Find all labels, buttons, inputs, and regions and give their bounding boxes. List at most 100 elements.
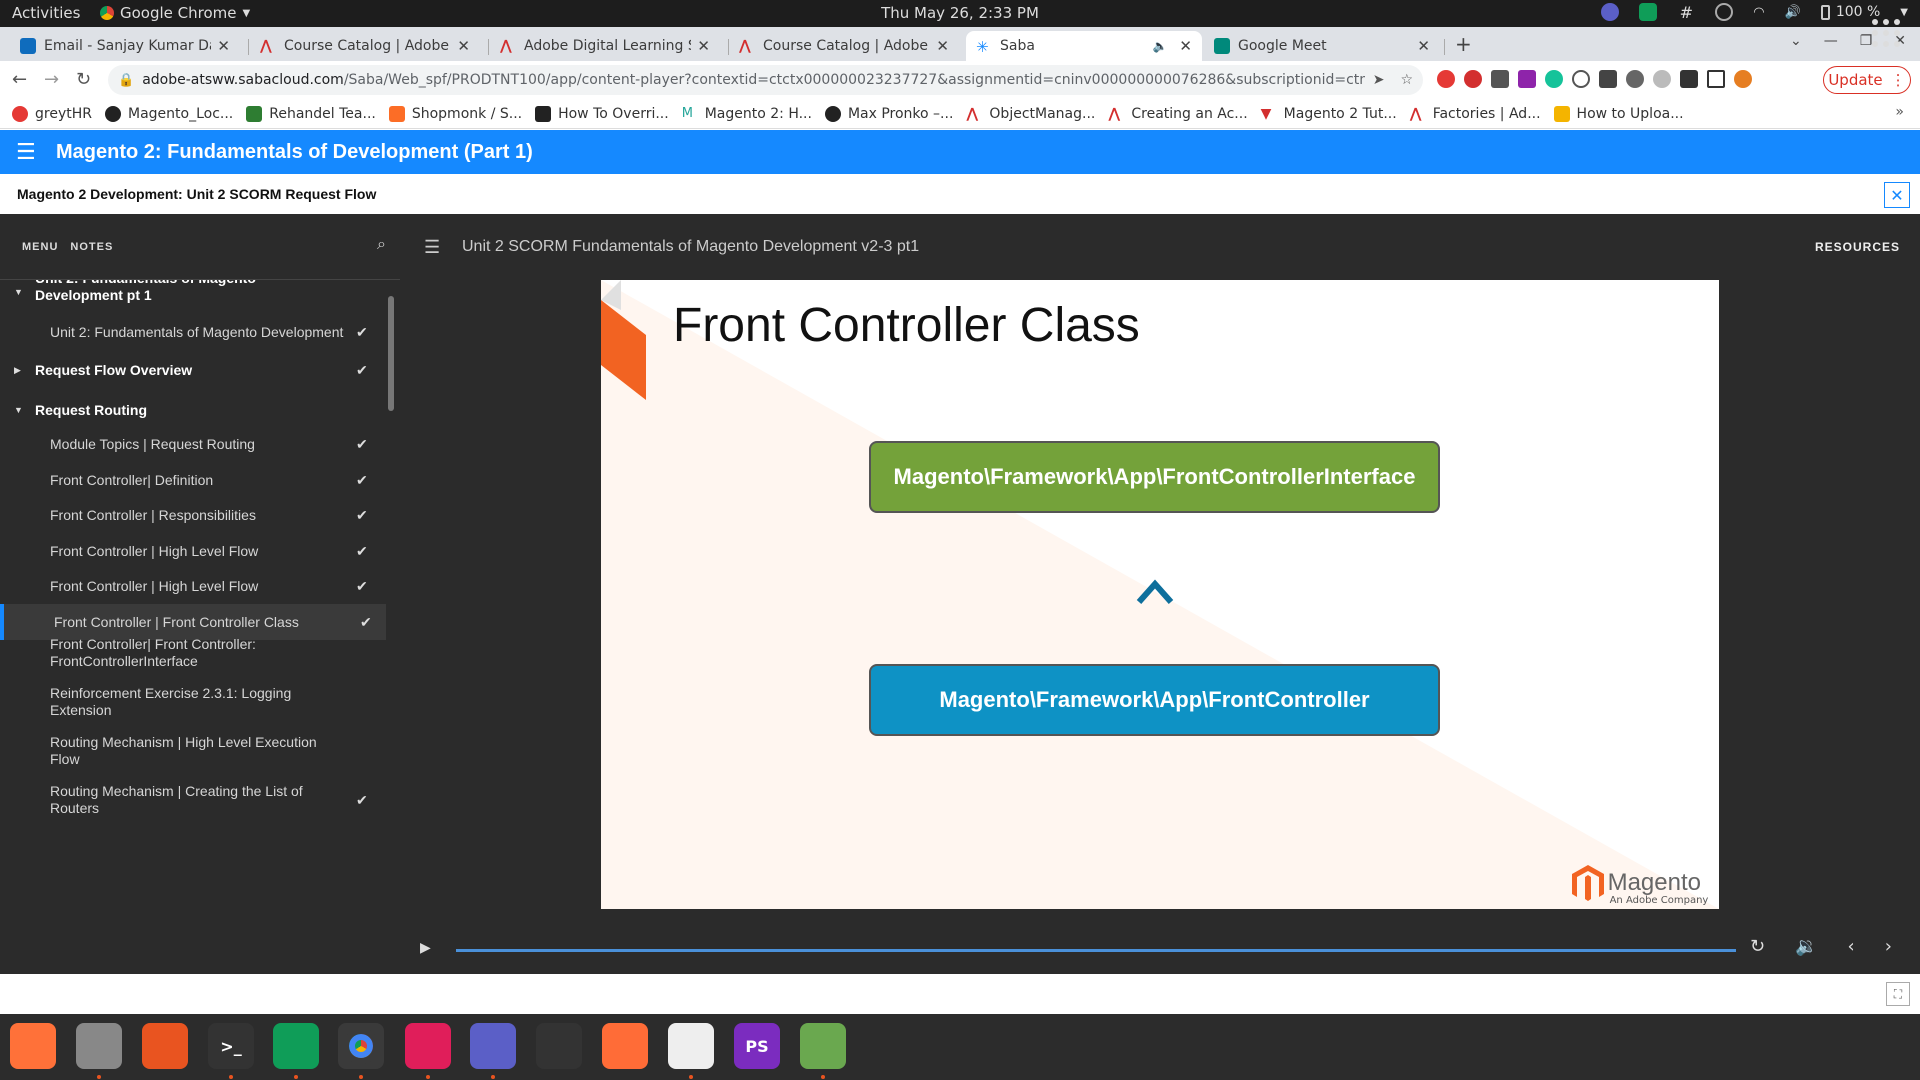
vpn-tray-icon[interactable]	[1715, 3, 1734, 21]
bookmark-max-pronko[interactable]: Max Pronko –...	[824, 105, 953, 122]
lock-icon[interactable]: 🔒	[118, 73, 134, 88]
slack-icon[interactable]	[405, 1023, 451, 1069]
teams-tray-icon[interactable]	[1601, 3, 1620, 21]
fullscreen-button[interactable]: ⛶	[1886, 982, 1910, 1006]
bookmark-how-to-override[interactable]: How To Overri...	[535, 105, 669, 122]
extension-square-icon[interactable]	[1599, 70, 1617, 88]
volume-icon[interactable]: 🔉	[1795, 936, 1817, 957]
bookmark-rehandel[interactable]: Rehandel Tea...	[246, 105, 376, 122]
sidebar-scrollbar[interactable]	[388, 296, 394, 411]
chevron-down-icon[interactable]: ▼	[1900, 7, 1908, 18]
close-icon[interactable]: ✕	[457, 37, 470, 55]
new-tab-button[interactable]: +	[1455, 32, 1472, 56]
bookmark-magento-2-h[interactable]: M Magento 2: H...	[682, 106, 812, 122]
more-bookmarks-icon[interactable]: »	[1895, 104, 1904, 120]
grammarly-icon[interactable]	[1545, 70, 1563, 88]
side-panel-icon[interactable]	[1707, 70, 1725, 88]
play-button[interactable]: ▶	[420, 940, 431, 956]
next-slide-button[interactable]: ›	[1885, 936, 1892, 957]
outline-item[interactable]: Unit 2: Fundamentals of Magento Developm…	[0, 314, 386, 350]
tab-saba[interactable]: ✳ Saba 🔈 ✕	[966, 31, 1202, 61]
system-monitor-icon[interactable]	[800, 1023, 846, 1069]
back-button[interactable]: ←	[12, 69, 27, 90]
outline-item[interactable]: Front Controller | High Level Flow ✔	[0, 568, 386, 604]
extension-cog-icon[interactable]	[1626, 70, 1644, 88]
outline-item[interactable]: Routing Mechanism | High Level Execution…	[0, 730, 386, 772]
restore-button[interactable]: ❐	[1860, 33, 1873, 49]
text-editor-icon[interactable]	[668, 1023, 714, 1069]
files-icon[interactable]	[76, 1023, 122, 1069]
extension-st-icon[interactable]	[1518, 70, 1536, 88]
adblock-icon[interactable]	[1464, 70, 1482, 88]
previous-slide-button[interactable]: ‹	[1848, 936, 1855, 957]
puzzle-icon[interactable]	[1680, 70, 1698, 88]
content-menu-icon[interactable]: ☰	[424, 237, 444, 258]
reload-button[interactable]: ↻	[76, 69, 91, 90]
activities-button[interactable]: Activities	[12, 4, 80, 22]
outline-item[interactable]: Routing Mechanism | Creating the List of…	[0, 779, 386, 821]
replay-icon[interactable]: ↻	[1750, 936, 1765, 957]
close-icon[interactable]: ✕	[1417, 37, 1430, 55]
close-icon[interactable]: ✕	[697, 37, 710, 55]
bookmark-greythr[interactable]: greytHR	[12, 105, 92, 122]
bookmark-magento-loc[interactable]: Magento_Loc...	[104, 105, 233, 122]
tab-course-catalog[interactable]: ⋀ Course Catalog | Adobe D ✕	[250, 31, 480, 61]
bookmark-factories[interactable]: ⋀ Factories | Ad...	[1410, 106, 1541, 122]
send-icon[interactable]: ➤	[1373, 72, 1385, 88]
address-bar[interactable]: 🔒 adobe-atsww.sabacloud.com/Saba/Web_spf…	[108, 65, 1423, 95]
chat-icon[interactable]	[273, 1023, 319, 1069]
extension-gear-icon[interactable]	[1572, 70, 1590, 88]
terminal-icon[interactable]: >_	[208, 1023, 254, 1069]
volume-icon[interactable]: 🔊	[1785, 5, 1801, 20]
progress-bar[interactable]	[456, 949, 1736, 952]
tab-course-catalog-2[interactable]: ⋀ Course Catalog | Adobe D ✕	[729, 31, 959, 61]
bookmark-magento-2-tut[interactable]: ▼ Magento 2 Tut...	[1261, 106, 1397, 122]
forward-button[interactable]: →	[44, 69, 59, 90]
caret-down-icon[interactable]: ▼	[14, 287, 23, 297]
software-icon[interactable]	[142, 1023, 188, 1069]
close-player-button[interactable]: ✕	[1884, 182, 1910, 208]
tab-adobe-digital-learning[interactable]: ⋀ Adobe Digital Learning Se ✕	[490, 31, 720, 61]
slack-tray-icon[interactable]: #	[1677, 3, 1695, 22]
profile-avatar[interactable]	[1734, 70, 1752, 88]
bookmark-objectmanager[interactable]: ⋀ ObjectManag...	[966, 106, 1095, 122]
bookmark-shopmonk[interactable]: Shopmonk / S...	[388, 105, 522, 122]
extension-link-icon[interactable]	[1653, 70, 1671, 88]
teams-icon[interactable]	[470, 1023, 516, 1069]
outline-section[interactable]: ▶ Request Flow Overview ✔	[0, 352, 386, 388]
system-tray[interactable]: # ◠ 🔊 100 % ▼	[1601, 3, 1908, 22]
show-applications-button[interactable]	[1872, 19, 1900, 47]
chrome-icon[interactable]	[338, 1023, 384, 1069]
extension-heart-icon[interactable]	[1437, 70, 1455, 88]
minimize-button[interactable]: —	[1824, 33, 1838, 49]
postman-icon[interactable]	[602, 1023, 648, 1069]
app-menu[interactable]: Google Chrome ▼	[100, 4, 250, 22]
update-button[interactable]: Update ⋮	[1823, 66, 1911, 94]
close-icon[interactable]: ✕	[1179, 37, 1192, 55]
tab-notes[interactable]: NOTES	[70, 241, 113, 253]
star-icon[interactable]: ☆	[1400, 72, 1413, 88]
firefox-icon[interactable]	[10, 1023, 56, 1069]
outline-item[interactable]: Front Controller| Definition ✔	[0, 462, 386, 498]
outline-item[interactable]: Front Controller| Front Controller: Fron…	[0, 632, 386, 674]
resources-button[interactable]: RESOURCES	[1815, 240, 1900, 254]
menu-icon[interactable]: ☰	[16, 140, 40, 165]
close-icon[interactable]: ✕	[217, 37, 230, 55]
tab-search-icon[interactable]: ⌄	[1790, 33, 1802, 49]
outline-item[interactable]: Front Controller | Responsibilities ✔	[0, 497, 386, 533]
outline-section[interactable]: ▼ Request Routing	[0, 392, 386, 428]
tab-menu[interactable]: MENU	[22, 241, 58, 253]
tab-email[interactable]: Email - Sanjay Kumar Das ✕	[10, 31, 240, 61]
camera-icon[interactable]	[536, 1023, 582, 1069]
speaker-icon[interactable]: 🔈	[1152, 39, 1167, 53]
caret-down-icon[interactable]: ▼	[14, 405, 23, 415]
bookmark-creating-an-ac[interactable]: ⋀ Creating an Ac...	[1108, 106, 1247, 122]
close-icon[interactable]: ✕	[936, 37, 949, 55]
battery-icon[interactable]	[1820, 4, 1830, 20]
phpstorm-icon[interactable]: PS	[734, 1023, 780, 1069]
outline-item[interactable]: Front Controller | High Level Flow ✔	[0, 533, 386, 569]
wifi-icon[interactable]: ◠	[1753, 5, 1764, 20]
caret-right-icon[interactable]: ▶	[14, 365, 21, 376]
outline-section[interactable]: ▼ Unit 2: Fundamentals of Magento Develop…	[0, 280, 386, 304]
outline-item[interactable]: Reinforcement Exercise 2.3.1: Logging Ex…	[0, 681, 386, 723]
